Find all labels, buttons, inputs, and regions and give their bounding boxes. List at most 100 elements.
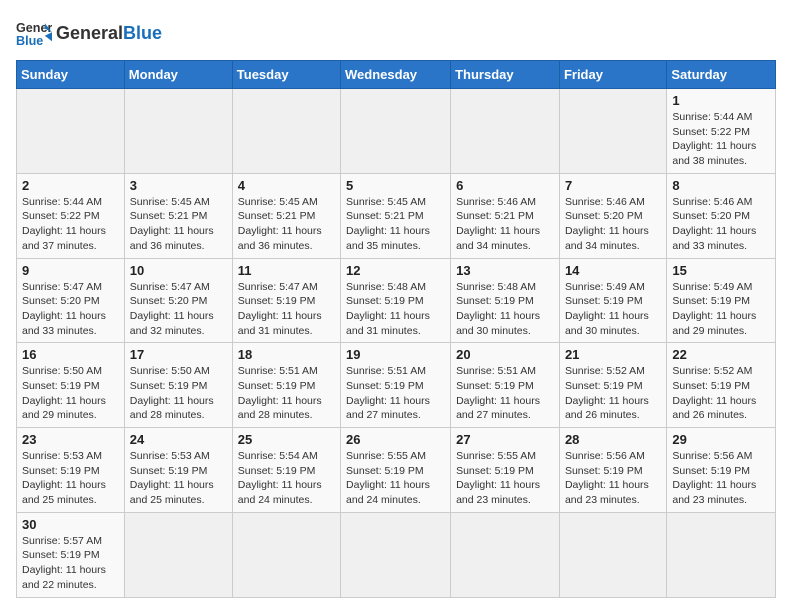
calendar-cell <box>451 89 560 174</box>
calendar-cell: 30Sunrise: 5:57 AMSunset: 5:19 PMDayligh… <box>17 512 125 597</box>
calendar-cell: 7Sunrise: 5:46 AMSunset: 5:20 PMDaylight… <box>559 173 666 258</box>
calendar-cell: 16 Sunrise: 5:50 AMSunset: 5:19 PMDayligh… <box>17 343 125 428</box>
day-number: 14 <box>565 263 661 278</box>
logo: General Blue GeneralBlue <box>16 16 162 52</box>
day-info: Sunrise: 5:52 AMSunset: 5:19 PMDaylight:… <box>565 364 661 423</box>
day-number: 17 <box>130 347 227 362</box>
day-info: Sunrise: 5:48 AMSunset: 5:19 PMDaylight:… <box>346 280 445 339</box>
calendar-cell: 10 Sunrise: 5:47 AMSunset: 5:20 PMDayligh… <box>124 258 232 343</box>
calendar-cell <box>559 512 666 597</box>
day-number: 1 <box>672 93 770 108</box>
calendar-cell <box>232 89 340 174</box>
calendar-cell: 4 Sunrise: 5:45 AMSunset: 5:21 PMDaylight… <box>232 173 340 258</box>
calendar-cell: 23 Sunrise: 5:53 AMSunset: 5:19 PMDayligh… <box>17 428 125 513</box>
day-info: Sunrise: 5:46 AMSunset: 5:21 PMDaylight:… <box>456 195 554 254</box>
day-info: Sunrise: 5:45 AMSunset: 5:21 PMDaylight:… <box>238 195 335 254</box>
day-info: Sunrise: 5:47 AMSunset: 5:20 PMDaylight:… <box>130 280 227 339</box>
calendar-cell <box>559 89 666 174</box>
day-number: 9 <box>22 263 119 278</box>
day-number: 20 <box>456 347 554 362</box>
day-info: Sunrise: 5:44 AMSunset: 5:22 PMDaylight:… <box>672 110 770 169</box>
calendar-cell: 26 Sunrise: 5:55 AMSunset: 5:19 PMDayligh… <box>341 428 451 513</box>
day-number: 16 <box>22 347 119 362</box>
weekday-header-saturday: Saturday <box>667 61 776 89</box>
day-info: Sunrise: 5:55 AMSunset: 5:19 PMDaylight:… <box>346 449 445 508</box>
day-number: 21 <box>565 347 661 362</box>
calendar-cell: 25 Sunrise: 5:54 AMSunset: 5:19 PMDayligh… <box>232 428 340 513</box>
calendar-cell <box>451 512 560 597</box>
weekday-header-monday: Monday <box>124 61 232 89</box>
day-number: 13 <box>456 263 554 278</box>
day-number: 6 <box>456 178 554 193</box>
calendar-cell: 8 Sunrise: 5:46 AMSunset: 5:20 PMDaylight… <box>667 173 776 258</box>
day-number: 27 <box>456 432 554 447</box>
day-info: Sunrise: 5:56 AMSunset: 5:19 PMDaylight:… <box>565 449 661 508</box>
calendar-table: SundayMondayTuesdayWednesdayThursdayFrid… <box>16 60 776 598</box>
day-info: Sunrise: 5:50 AMSunset: 5:19 PMDaylight:… <box>130 364 227 423</box>
day-info: Sunrise: 5:44 AMSunset: 5:22 PMDaylight:… <box>22 195 119 254</box>
day-number: 10 <box>130 263 227 278</box>
calendar-cell: 19Sunrise: 5:51 AMSunset: 5:19 PMDayligh… <box>341 343 451 428</box>
day-number: 18 <box>238 347 335 362</box>
logo-text: GeneralBlue <box>56 24 162 44</box>
calendar-week-row: 16 Sunrise: 5:50 AMSunset: 5:19 PMDayligh… <box>17 343 776 428</box>
weekday-header-sunday: Sunday <box>17 61 125 89</box>
calendar-week-row: 1 Sunrise: 5:44 AMSunset: 5:22 PMDaylight… <box>17 89 776 174</box>
day-number: 11 <box>238 263 335 278</box>
day-info: Sunrise: 5:45 AMSunset: 5:21 PMDaylight:… <box>130 195 227 254</box>
day-number: 5 <box>346 178 445 193</box>
day-info: Sunrise: 5:47 AMSunset: 5:19 PMDaylight:… <box>238 280 335 339</box>
day-number: 8 <box>672 178 770 193</box>
calendar-cell <box>124 89 232 174</box>
day-number: 24 <box>130 432 227 447</box>
day-number: 15 <box>672 263 770 278</box>
day-number: 29 <box>672 432 770 447</box>
logo-icon: General Blue <box>16 16 52 52</box>
calendar-week-row: 23 Sunrise: 5:53 AMSunset: 5:19 PMDayligh… <box>17 428 776 513</box>
calendar-cell: 11 Sunrise: 5:47 AMSunset: 5:19 PMDayligh… <box>232 258 340 343</box>
day-info: Sunrise: 5:47 AMSunset: 5:20 PMDaylight:… <box>22 280 119 339</box>
day-info: Sunrise: 5:56 AMSunset: 5:19 PMDaylight:… <box>672 449 770 508</box>
day-info: Sunrise: 5:45 AMSunset: 5:21 PMDaylight:… <box>346 195 445 254</box>
day-info: Sunrise: 5:46 AMSunset: 5:20 PMDaylight:… <box>565 195 661 254</box>
calendar-cell <box>232 512 340 597</box>
day-number: 4 <box>238 178 335 193</box>
day-info: Sunrise: 5:50 AMSunset: 5:19 PMDaylight:… <box>22 364 119 423</box>
calendar-week-row: 30Sunrise: 5:57 AMSunset: 5:19 PMDayligh… <box>17 512 776 597</box>
day-info: Sunrise: 5:49 AMSunset: 5:19 PMDaylight:… <box>565 280 661 339</box>
calendar-cell: 5 Sunrise: 5:45 AMSunset: 5:21 PMDaylight… <box>341 173 451 258</box>
day-number: 28 <box>565 432 661 447</box>
page-header: General Blue GeneralBlue <box>16 16 776 52</box>
day-info: Sunrise: 5:55 AMSunset: 5:19 PMDaylight:… <box>456 449 554 508</box>
calendar-cell <box>124 512 232 597</box>
calendar-cell: 27 Sunrise: 5:55 AMSunset: 5:19 PMDayligh… <box>451 428 560 513</box>
calendar-cell: 3 Sunrise: 5:45 AMSunset: 5:21 PMDaylight… <box>124 173 232 258</box>
calendar-cell: 15Sunrise: 5:49 AMSunset: 5:19 PMDayligh… <box>667 258 776 343</box>
calendar-cell <box>17 89 125 174</box>
calendar-cell: 18Sunrise: 5:51 AMSunset: 5:19 PMDayligh… <box>232 343 340 428</box>
calendar-cell: 22Sunrise: 5:52 AMSunset: 5:19 PMDayligh… <box>667 343 776 428</box>
calendar-cell: 9 Sunrise: 5:47 AMSunset: 5:20 PMDaylight… <box>17 258 125 343</box>
day-info: Sunrise: 5:48 AMSunset: 5:19 PMDaylight:… <box>456 280 554 339</box>
calendar-cell: 14 Sunrise: 5:49 AMSunset: 5:19 PMDayligh… <box>559 258 666 343</box>
day-number: 23 <box>22 432 119 447</box>
weekday-header-thursday: Thursday <box>451 61 560 89</box>
day-number: 26 <box>346 432 445 447</box>
day-number: 25 <box>238 432 335 447</box>
day-number: 3 <box>130 178 227 193</box>
day-info: Sunrise: 5:53 AMSunset: 5:19 PMDaylight:… <box>22 449 119 508</box>
calendar-cell: 6 Sunrise: 5:46 AMSunset: 5:21 PMDaylight… <box>451 173 560 258</box>
day-info: Sunrise: 5:54 AMSunset: 5:19 PMDaylight:… <box>238 449 335 508</box>
day-info: Sunrise: 5:52 AMSunset: 5:19 PMDaylight:… <box>672 364 770 423</box>
day-info: Sunrise: 5:46 AMSunset: 5:20 PMDaylight:… <box>672 195 770 254</box>
day-number: 2 <box>22 178 119 193</box>
day-info: Sunrise: 5:53 AMSunset: 5:19 PMDaylight:… <box>130 449 227 508</box>
day-number: 12 <box>346 263 445 278</box>
weekday-header-row: SundayMondayTuesdayWednesdayThursdayFrid… <box>17 61 776 89</box>
calendar-cell: 20 Sunrise: 5:51 AMSunset: 5:19 PMDayligh… <box>451 343 560 428</box>
calendar-cell: 28 Sunrise: 5:56 AMSunset: 5:19 PMDayligh… <box>559 428 666 513</box>
day-number: 30 <box>22 517 119 532</box>
calendar-week-row: 9 Sunrise: 5:47 AMSunset: 5:20 PMDaylight… <box>17 258 776 343</box>
day-info: Sunrise: 5:51 AMSunset: 5:19 PMDaylight:… <box>456 364 554 423</box>
calendar-cell: 13 Sunrise: 5:48 AMSunset: 5:19 PMDayligh… <box>451 258 560 343</box>
